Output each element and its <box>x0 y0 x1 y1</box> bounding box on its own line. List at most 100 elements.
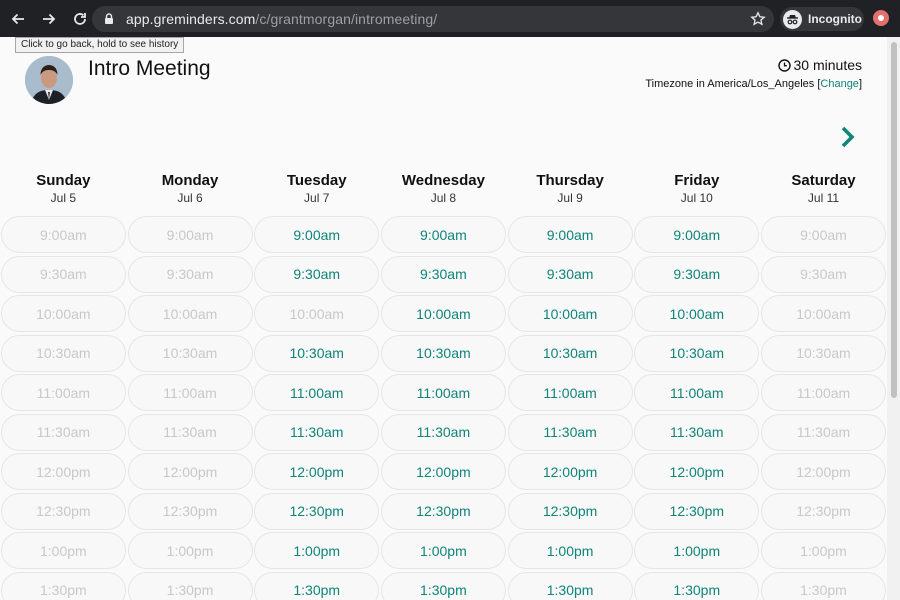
available-slot-friday[interactable]: 10:00am <box>634 295 760 332</box>
available-slot-thursday[interactable]: 11:30am <box>507 413 633 451</box>
available-slot-wednesday[interactable]: 10:30am <box>380 334 506 372</box>
unavailable-slot-saturday: 10:00am <box>760 295 886 332</box>
available-slot-wednesday[interactable]: 12:30pm <box>380 492 506 530</box>
available-slot-wednesday[interactable]: 11:00am <box>380 374 506 411</box>
unavailable-slot-monday: 10:30am <box>127 334 253 372</box>
available-slot-wednesday[interactable]: 1:30pm <box>380 571 506 600</box>
available-slot-friday[interactable]: 11:30am <box>634 413 760 451</box>
clock-icon <box>777 58 791 72</box>
unavailable-slot-monday: 12:30pm <box>127 492 253 530</box>
day-name: Thursday <box>536 172 604 189</box>
available-slot-tuesday[interactable]: 12:30pm <box>254 492 380 530</box>
slot-row: 1:30pm 1:30pm 1:30pm 1:30pm 1:30pm 1:30pm 1:30… <box>0 571 887 600</box>
address-bar[interactable]: app.greminders.com/c/grantmorgan/introme… <box>92 6 774 32</box>
day-name: Friday <box>674 172 720 189</box>
available-slot-tuesday[interactable]: 10:30am <box>254 334 380 372</box>
available-slot-thursday[interactable]: 11:00am <box>507 374 633 411</box>
slot-row: 9:30am 9:30am 9:30am 9:30am 9:30am 9:30am 9:30… <box>0 255 887 296</box>
back-button[interactable] <box>5 6 31 32</box>
day-date: Jul 9 <box>557 191 583 205</box>
url-text: app.greminders.com/c/grantmorgan/introme… <box>126 11 437 27</box>
day-header-saturday: Saturday Jul 11 <box>760 170 887 208</box>
available-slot-friday[interactable]: 11:00am <box>634 374 760 411</box>
forward-button[interactable] <box>36 6 62 32</box>
available-slot-tuesday[interactable]: 1:00pm <box>254 532 380 569</box>
slot-row: 12:00pm 12:00pm 12:00pm 12:00pm 12:00pm 12:00… <box>0 453 887 493</box>
available-slot-friday[interactable]: 1:00pm <box>634 532 760 569</box>
available-slot-thursday[interactable]: 9:30am <box>507 255 633 293</box>
available-slot-thursday[interactable]: 12:30pm <box>507 492 633 530</box>
unavailable-slot-sunday: 9:00am <box>0 216 126 253</box>
day-name: Tuesday <box>286 172 347 189</box>
day-date: Jul 5 <box>50 191 77 205</box>
available-slot-wednesday[interactable]: 9:30am <box>380 255 506 293</box>
arrow-right-icon <box>43 13 56 24</box>
unavailable-slot-sunday: 9:30am <box>0 255 126 293</box>
day-name: Sunday <box>36 172 91 189</box>
available-slot-thursday[interactable]: 10:30am <box>507 334 633 372</box>
unavailable-slot-sunday: 11:30am <box>0 413 126 451</box>
unavailable-slot-saturday: 9:00am <box>760 216 886 253</box>
available-slot-friday[interactable]: 1:30pm <box>634 571 760 600</box>
avatar <box>25 56 73 104</box>
unavailable-slot-saturday: 1:00pm <box>760 532 886 569</box>
available-slot-wednesday[interactable]: 12:00pm <box>380 453 506 490</box>
unavailable-slot-monday: 12:00pm <box>127 453 253 490</box>
day-date: Jul 6 <box>177 191 203 205</box>
day-name: Monday <box>161 172 219 189</box>
available-slot-tuesday[interactable]: 11:00am <box>254 374 380 411</box>
unavailable-slot-saturday: 12:00pm <box>760 453 886 490</box>
duration-text: 30 minutes <box>793 57 862 73</box>
available-slot-friday[interactable]: 9:30am <box>634 255 760 293</box>
unavailable-slot-sunday: 1:00pm <box>0 532 126 569</box>
unavailable-slot-monday: 1:30pm <box>127 571 253 600</box>
reload-icon <box>74 12 86 25</box>
available-slot-wednesday[interactable]: 11:30am <box>380 413 506 451</box>
available-slot-friday[interactable]: 12:00pm <box>634 453 760 490</box>
available-slot-friday[interactable]: 10:30am <box>634 334 760 372</box>
star-icon[interactable] <box>750 11 766 27</box>
url-host: app.greminders.com <box>126 11 256 27</box>
slot-row: 12:30pm 12:30pm 12:30pm 12:30pm 12:30pm 12:30… <box>0 492 887 533</box>
available-slot-tuesday[interactable]: 9:30am <box>254 255 380 293</box>
arrow-left-icon <box>11 13 24 24</box>
available-slot-thursday[interactable]: 9:00am <box>507 216 633 253</box>
day-name: Wednesday <box>401 172 485 189</box>
day-date: Jul 8 <box>430 191 457 205</box>
available-slot-thursday[interactable]: 1:00pm <box>507 532 633 569</box>
available-slot-thursday[interactable]: 1:30pm <box>507 571 633 600</box>
change-timezone-link[interactable]: Change <box>820 78 859 90</box>
unavailable-slot-monday: 10:00am <box>127 295 253 332</box>
extension-icon[interactable] <box>873 10 889 26</box>
unavailable-slot-saturday: 11:30am <box>760 413 886 451</box>
available-slot-friday[interactable]: 12:30pm <box>634 492 760 530</box>
next-week-button[interactable] <box>838 124 858 150</box>
incognito-badge[interactable]: Incognito <box>780 7 864 31</box>
available-slot-tuesday[interactable]: 12:00pm <box>254 453 380 490</box>
scrollbar-thumb[interactable] <box>891 42 897 398</box>
unavailable-slot-sunday: 1:30pm <box>0 571 126 600</box>
unavailable-slot-sunday: 12:00pm <box>0 453 126 490</box>
slot-row: 9:00am 9:00am 9:00am 9:00am 9:00am 9:00am 9:00… <box>0 216 887 256</box>
available-slot-wednesday[interactable]: 1:00pm <box>380 532 506 569</box>
day-date: Jul 11 <box>807 191 840 205</box>
unavailable-slot-monday: 11:30am <box>127 413 253 451</box>
day-header-sunday: Sunday Jul 5 <box>0 170 127 208</box>
available-slot-wednesday[interactable]: 10:00am <box>380 295 506 332</box>
available-slot-wednesday[interactable]: 9:00am <box>380 216 506 253</box>
available-slot-thursday[interactable]: 10:00am <box>507 295 633 332</box>
available-slot-tuesday[interactable]: 1:30pm <box>254 571 380 600</box>
timezone-text: Timezone in America/Los_Angeles [ <box>645 78 821 90</box>
available-slot-tuesday[interactable]: 11:30am <box>254 413 380 451</box>
available-slot-thursday[interactable]: 12:00pm <box>507 453 633 490</box>
day-headers: Sunday Jul 5 Monday Jul 6 Tuesday Jul 7 Wednes… <box>0 170 887 208</box>
available-slot-friday[interactable]: 9:00am <box>634 216 760 253</box>
page-title: Intro Meeting <box>88 57 211 80</box>
available-slot-tuesday[interactable]: 9:00am <box>254 216 380 253</box>
meeting-duration: 30 minutes <box>777 57 862 73</box>
day-name: Saturday <box>791 172 856 189</box>
url-path: /c/grantmorgan/intromeeting/ <box>255 11 438 27</box>
chevron-right-icon <box>841 126 855 148</box>
browser-toolbar: app.greminders.com/c/grantmorgan/introme… <box>0 0 900 37</box>
reload-button[interactable] <box>67 6 93 32</box>
